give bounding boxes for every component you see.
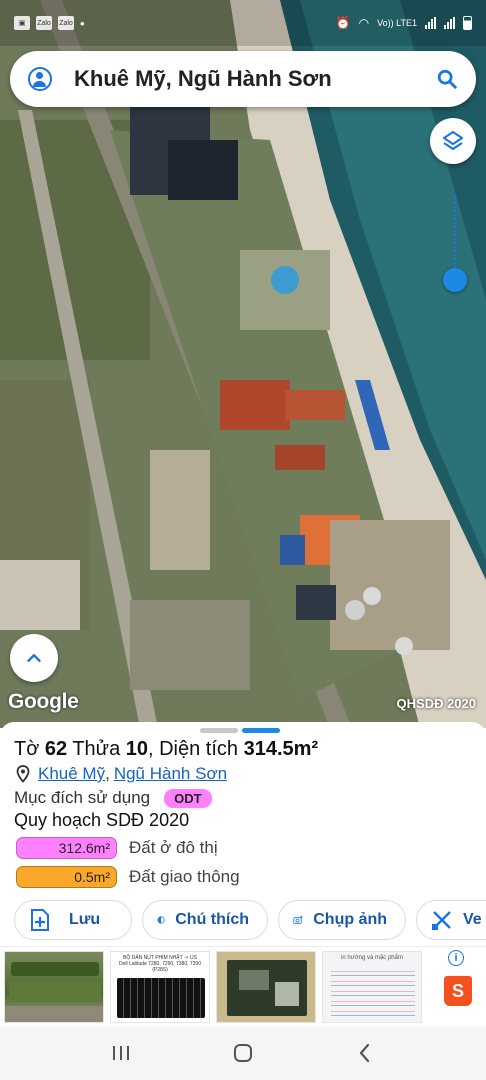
battery-icon xyxy=(463,16,472,30)
parcel-title: Tờ 62 Thửa 10, Diện tích 314.5m² xyxy=(14,738,318,761)
opacity-slider[interactable] xyxy=(443,195,467,292)
shopee-icon[interactable]: S xyxy=(444,976,472,1006)
draw-icon xyxy=(432,911,451,930)
district-link[interactable]: Ngũ Hành Sơn xyxy=(114,764,227,784)
parcel-info-sheet: Tờ 62 Thửa 10, Diện tích 314.5m² Khuê Mỹ… xyxy=(0,722,486,946)
legend-swatch-road: 0.5m² xyxy=(16,866,117,888)
purpose-code-badge: ODT xyxy=(164,788,212,808)
dot-icon: • xyxy=(80,15,85,31)
signal-icon xyxy=(444,17,455,29)
land-use-purpose: Mục đích sử dụng ODT xyxy=(14,788,212,808)
draw-label: Ve xyxy=(463,911,482,928)
system-nav-bar xyxy=(0,1026,486,1080)
search-bar[interactable]: Khuê Mỹ, Ngũ Hành Sơn xyxy=(10,51,476,107)
ad-keyboard-text: BỘ DÁN NÚT PHÍM NHẬT -> US Dell Latitude… xyxy=(118,955,201,973)
status-left-icons: ▣ Zalo Zalo • xyxy=(14,16,85,31)
sheet-handle[interactable] xyxy=(200,728,280,733)
account-icon[interactable] xyxy=(28,67,52,91)
capture-label: Chụp ảnh xyxy=(313,911,387,928)
alarm-icon: ⏰ xyxy=(335,16,351,30)
home-icon[interactable] xyxy=(232,1042,254,1064)
zalo-icon: Zalo xyxy=(58,16,74,30)
satellite-imagery xyxy=(0,0,486,728)
plan-title: Quy hoạch SDĐ 2020 xyxy=(14,810,190,830)
save-add-icon xyxy=(31,909,49,931)
parcel-area-label: , Diện tích xyxy=(148,738,244,760)
layers-button[interactable] xyxy=(430,118,476,164)
status-bar: ▣ Zalo Zalo • ⏰ ◠ Vo)) LTE1 xyxy=(0,0,486,46)
parcel-thua-number: 10 xyxy=(125,738,148,760)
draw-button[interactable]: Ve xyxy=(416,900,486,940)
ward-link[interactable]: Khuê Mỹ xyxy=(38,764,105,784)
save-label: Lưu xyxy=(69,911,101,928)
google-logo: Google xyxy=(8,690,79,713)
parcel-thua-label: Thửa xyxy=(67,738,126,760)
search-icon[interactable] xyxy=(436,68,458,90)
ad-sample-sheet[interactable]: in hướng và mặc phẩm xyxy=(322,951,422,1023)
signal-icon xyxy=(425,17,436,29)
purpose-label: Mục đích sử dụng xyxy=(14,788,151,807)
legend-row-urban: 312.6m² Đất ở đô thị xyxy=(16,837,218,859)
slider-thumb[interactable] xyxy=(443,268,467,292)
map-source-label: QHSDĐ 2020 xyxy=(396,696,476,711)
ad-motherboard[interactable] xyxy=(216,951,316,1023)
chevron-up-icon xyxy=(27,654,41,662)
location-pin-icon xyxy=(16,765,30,783)
app-root: ▣ Zalo Zalo • ⏰ ◠ Vo)) LTE1 Khuê Mỹ, Ngũ… xyxy=(0,0,486,1080)
slider-track[interactable] xyxy=(454,195,456,279)
zalo-icon: Zalo xyxy=(36,16,52,30)
photo-icon: ▣ xyxy=(14,16,30,30)
ad-info-icon[interactable]: i xyxy=(448,950,464,966)
back-icon[interactable] xyxy=(354,1042,376,1064)
address-separator: , xyxy=(105,764,110,783)
legend-contrast-icon xyxy=(157,916,165,924)
search-query[interactable]: Khuê Mỹ, Ngũ Hành Sơn xyxy=(74,66,436,92)
legend-label: Chú thích xyxy=(175,911,249,928)
ad-keyboard[interactable]: BỘ DÁN NÚT PHÍM NHẬT -> US Dell Latitude… xyxy=(110,951,210,1023)
address-row: Khuê Mỹ, Ngũ Hành Sơn xyxy=(16,764,227,784)
ad-banner[interactable]: BỘ DÁN NÚT PHÍM NHẬT -> US Dell Latitude… xyxy=(0,946,486,1026)
ad-garden[interactable] xyxy=(4,951,104,1023)
legend-button[interactable]: Chú thích xyxy=(142,900,268,940)
action-chips: Lưu Chú thích Chụp ảnh Ve xyxy=(14,900,486,940)
legend-row-road: 0.5m² Đất giao thông xyxy=(16,866,240,888)
save-button[interactable]: Lưu xyxy=(14,900,132,940)
ad-sample-text: in hướng và mặc phẩm xyxy=(341,955,403,961)
expand-up-button[interactable] xyxy=(10,634,58,682)
status-right-icons: ⏰ ◠ Vo)) LTE1 xyxy=(336,16,472,30)
network-label: Vo)) LTE1 xyxy=(377,18,417,28)
recent-apps-icon[interactable] xyxy=(110,1043,132,1063)
parcel-to-number: 62 xyxy=(44,738,68,760)
legend-label-urban: Đất ở đô thị xyxy=(129,838,218,857)
satellite-map[interactable]: ▣ Zalo Zalo • ⏰ ◠ Vo)) LTE1 Khuê Mỹ, Ngũ… xyxy=(0,0,486,728)
parcel-to-label: Tờ xyxy=(14,738,45,760)
wifi-icon: ◠ xyxy=(358,16,370,30)
parcel-area-value: 314.5m² xyxy=(243,738,319,760)
capture-button[interactable]: Chụp ảnh xyxy=(278,900,406,940)
legend-label-road: Đất giao thông xyxy=(129,867,240,886)
legend-swatch-urban: 312.6m² xyxy=(16,837,117,859)
camera-add-icon xyxy=(293,915,303,924)
layers-icon xyxy=(443,131,463,150)
